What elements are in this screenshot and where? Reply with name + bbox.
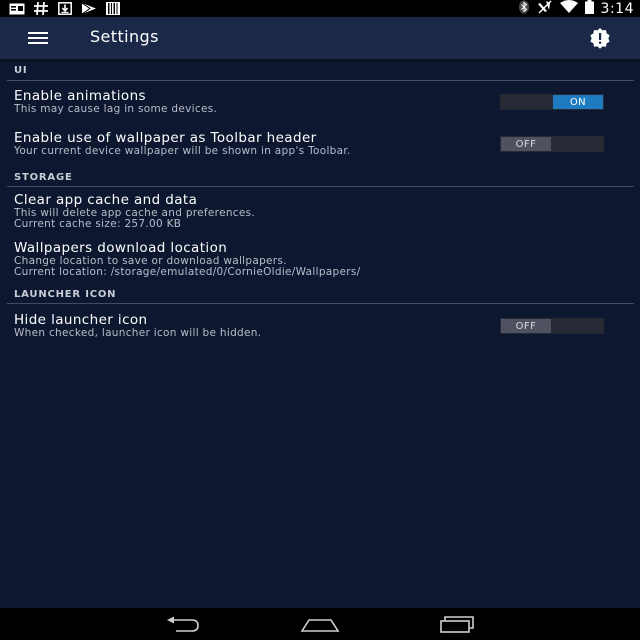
pref-title: Wallpapers download location <box>14 240 228 256</box>
download-icon <box>57 2 73 15</box>
status-notifications <box>0 2 121 15</box>
category-header-storage: STORAGE <box>14 172 73 183</box>
wifi-icon <box>559 0 578 18</box>
pref-summary-detail: Current cache size: 257.00 KB <box>14 218 182 230</box>
status-system: 3:14 <box>518 0 640 18</box>
toggle-knob: OFF <box>501 137 551 151</box>
category-header-ui: UI <box>14 65 28 76</box>
page-title: Settings <box>90 27 159 46</box>
play-store-icon <box>81 2 97 15</box>
pref-download-location[interactable]: Wallpapers download location Change loca… <box>14 240 624 278</box>
back-icon[interactable] <box>164 615 204 633</box>
settings-list: UI Enable animations This may cause lag … <box>0 59 640 608</box>
mute-icon <box>537 0 553 18</box>
category-divider <box>7 80 634 81</box>
notification-card-icon <box>9 2 25 15</box>
pref-title: Clear app cache and data <box>14 192 198 208</box>
hash-icon <box>33 2 49 15</box>
toggle-enable-animations[interactable]: ON <box>500 94 604 110</box>
pref-clear-cache[interactable]: Clear app cache and data This will delet… <box>14 192 624 230</box>
barcode-icon <box>105 2 121 15</box>
recents-icon[interactable] <box>437 615 477 633</box>
status-bar: 3:14 <box>0 0 640 17</box>
status-time: 3:14 <box>600 0 634 17</box>
category-header-launcher-icon: LAUNCHER ICON <box>14 289 117 300</box>
toolbar: Settings <box>0 17 640 59</box>
category-divider <box>7 303 634 304</box>
bluetooth-icon <box>518 0 530 18</box>
navigation-bar <box>0 608 640 640</box>
toggle-hide-launcher-icon[interactable]: OFF <box>500 318 604 334</box>
category-divider <box>7 186 634 187</box>
toggle-wallpaper-toolbar-header[interactable]: OFF <box>500 136 604 152</box>
hamburger-menu-icon[interactable] <box>27 28 49 48</box>
battery-icon <box>584 0 594 18</box>
home-icon[interactable] <box>300 615 340 633</box>
alert-badge-icon[interactable] <box>589 27 611 49</box>
pref-summary-detail: Current location: /storage/emulated/0/Co… <box>14 266 361 278</box>
toggle-knob: ON <box>553 95 603 109</box>
toggle-knob: OFF <box>501 319 551 333</box>
